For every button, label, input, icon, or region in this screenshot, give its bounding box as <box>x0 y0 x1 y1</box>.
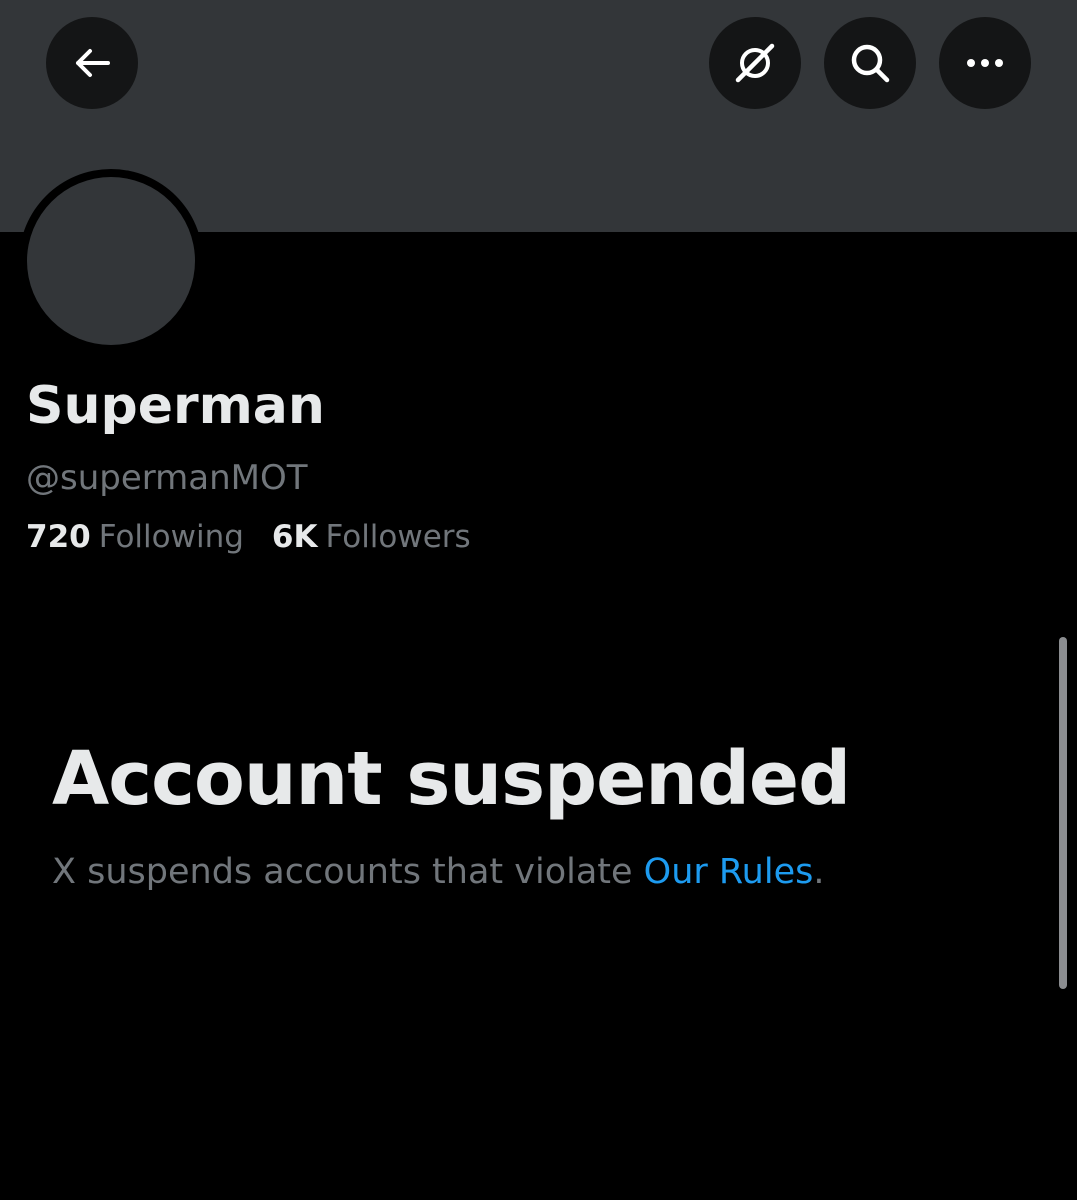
more-icon <box>967 59 1003 67</box>
profile-handle: @supermanMOT <box>26 458 308 498</box>
suspended-message-suffix: . <box>813 852 825 892</box>
display-name: Superman <box>26 376 325 436</box>
profile-stats: 720 Following 6K Followers <box>26 519 471 555</box>
search-button[interactable] <box>824 17 916 109</box>
our-rules-link[interactable]: Our Rules <box>644 852 814 892</box>
suspended-message: X suspends accounts that violate Our Rul… <box>52 852 824 892</box>
more-options-button[interactable] <box>939 17 1031 109</box>
following-label: Following <box>98 519 244 555</box>
search-icon <box>851 44 890 83</box>
suspended-message-prefix: X suspends accounts that violate <box>52 852 644 892</box>
followers-count: 6K <box>271 519 318 555</box>
scrollbar[interactable] <box>1059 637 1067 989</box>
avatar[interactable] <box>27 177 195 345</box>
suspended-title: Account suspended <box>52 736 851 822</box>
back-button[interactable] <box>46 17 138 109</box>
followers-link[interactable]: 6K Followers <box>272 519 471 555</box>
back-arrow-icon <box>76 49 110 77</box>
avatar-ring <box>19 169 203 353</box>
following-count: 720 <box>26 519 91 555</box>
grok-icon <box>735 43 775 83</box>
following-link[interactable]: 720 Following <box>26 519 244 555</box>
followers-label: Followers <box>325 519 471 555</box>
grok-button[interactable] <box>709 17 801 109</box>
